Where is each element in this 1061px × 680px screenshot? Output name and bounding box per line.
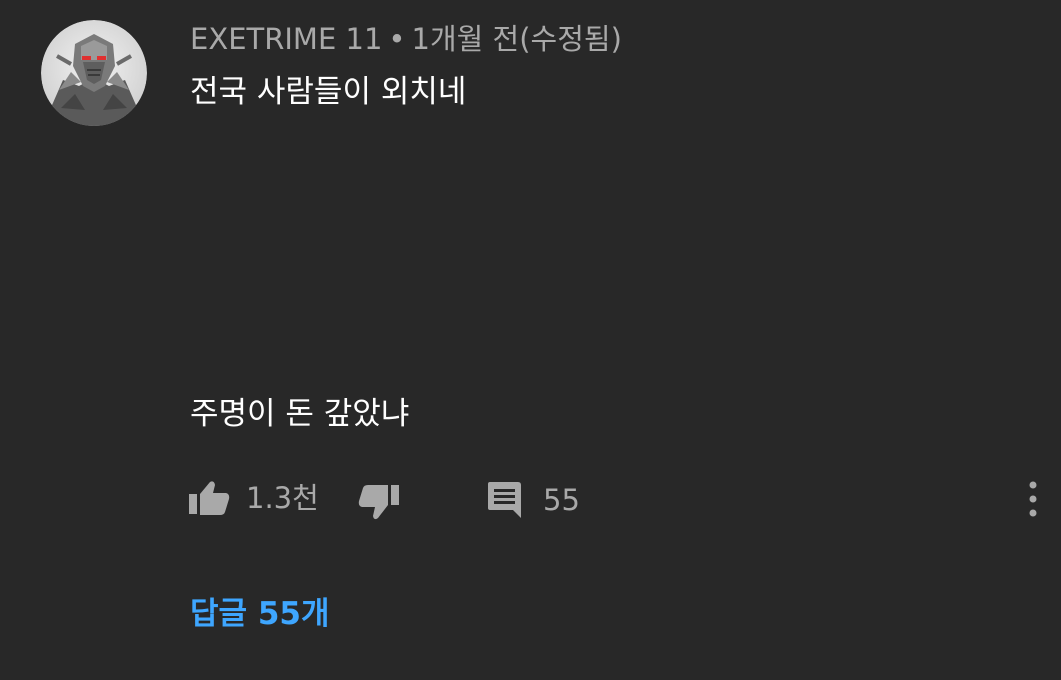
view-replies-link[interactable]: 답글 55개 — [190, 592, 330, 636]
comment-icon — [488, 482, 521, 518]
comment-text-line-1: 전국 사람들이 외치네 — [190, 74, 467, 110]
more-vert-icon — [1029, 481, 1037, 517]
dislike-button[interactable] — [358, 484, 400, 522]
reply-button[interactable]: 55 — [485, 480, 580, 520]
comment-text-line-2: 주명이 돈 갚았냐 — [190, 396, 410, 432]
comment-meta: EXETRIME 11 • 1개월 전(수정됨) — [190, 19, 622, 59]
like-count: 1.3천 — [246, 481, 319, 515]
robot-avatar-icon — [41, 20, 147, 126]
reply-count: 55 — [543, 483, 580, 517]
author-name[interactable]: EXETRIME 11 — [190, 22, 382, 56]
meta-separator: • — [388, 22, 406, 56]
more-options-button[interactable] — [1018, 478, 1048, 522]
author-avatar[interactable] — [41, 20, 147, 126]
thumb-up-icon — [189, 481, 230, 515]
like-button[interactable]: 1.3천 — [188, 478, 319, 518]
comment-timestamp: 1개월 전(수정됨) — [411, 22, 622, 56]
thumb-down-icon — [358, 485, 399, 520]
